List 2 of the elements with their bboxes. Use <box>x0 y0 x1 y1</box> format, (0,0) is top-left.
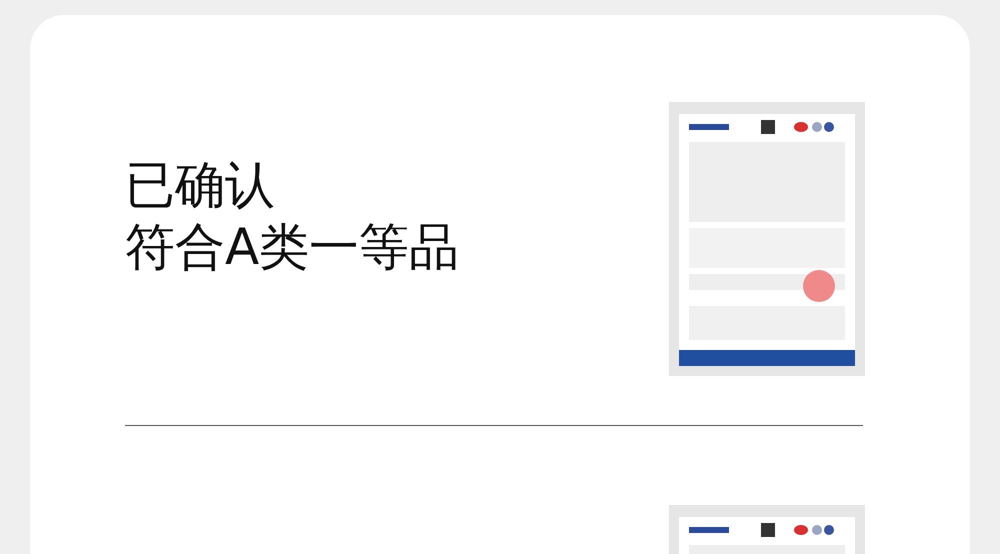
heading-line: 符合A类一等品 <box>125 217 460 278</box>
heading-line: 已确认 <box>125 155 275 216</box>
